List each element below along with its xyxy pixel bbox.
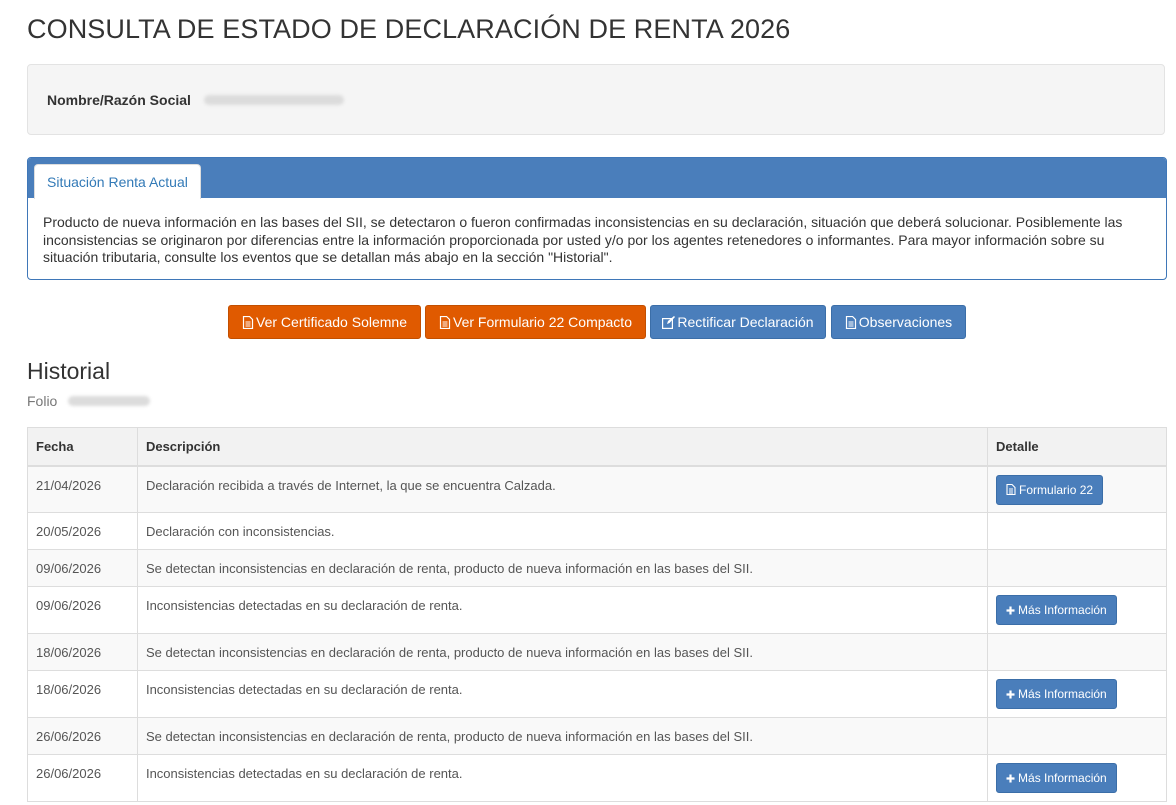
view-form22-compact-button[interactable]: Ver Formulario 22 Compacto bbox=[425, 305, 646, 339]
view-solemn-certificate-label: Ver Certificado Solemne bbox=[256, 314, 407, 330]
column-header-description: Descripción bbox=[136, 427, 989, 467]
more-info-button[interactable]: Más Información bbox=[996, 595, 1117, 625]
rectify-declaration-label: Rectificar Declaración bbox=[677, 314, 814, 330]
row-date: 21/04/2026 bbox=[27, 465, 138, 513]
table-row: 26/06/2026 Inconsistencias detectadas en… bbox=[27, 754, 1167, 802]
folio-label: Folio bbox=[27, 393, 58, 409]
table-row: 26/06/2026 Se detectan inconsistencias e… bbox=[27, 717, 1167, 755]
observations-button[interactable]: Observaciones bbox=[831, 305, 966, 339]
column-header-date: Fecha bbox=[27, 427, 138, 467]
row-detail: Formulario 22 bbox=[987, 465, 1167, 513]
row-date: 26/06/2026 bbox=[27, 717, 138, 755]
table-row: 20/05/2026 Declaración con inconsistenci… bbox=[27, 512, 1167, 550]
document-icon bbox=[1006, 483, 1016, 495]
observations-label: Observaciones bbox=[858, 314, 953, 330]
edit-icon bbox=[662, 316, 676, 330]
row-date: 09/06/2026 bbox=[27, 549, 138, 587]
more-info-button[interactable]: Más Información bbox=[996, 763, 1117, 793]
form22-button[interactable]: Formulario 22 bbox=[996, 474, 1104, 505]
table-row: 18/06/2026 Se detectan inconsistencias e… bbox=[27, 633, 1167, 671]
more-info-button[interactable]: Más Información bbox=[996, 679, 1117, 709]
plus-icon bbox=[1006, 690, 1015, 699]
row-description: Declaración recibida a través de Interne… bbox=[136, 465, 989, 513]
table-header-row: Fecha Descripción Detalle bbox=[27, 427, 1167, 467]
taxpayer-name-redacted bbox=[204, 95, 344, 105]
table-row: 09/06/2026 Inconsistencias detectadas en… bbox=[27, 586, 1167, 634]
row-description: Declaración con inconsistencias. bbox=[136, 512, 989, 550]
rectify-declaration-button[interactable]: Rectificar Declaración bbox=[650, 305, 826, 339]
row-detail: Más Información bbox=[987, 586, 1167, 634]
document-icon bbox=[242, 315, 254, 330]
table-row: 09/06/2026 Se detectan inconsistencias e… bbox=[27, 549, 1167, 587]
view-form22-compact-label: Ver Formulario 22 Compacto bbox=[453, 314, 632, 330]
row-detail bbox=[987, 549, 1167, 587]
folio-number-redacted bbox=[68, 396, 150, 406]
document-icon bbox=[845, 315, 856, 330]
row-detail bbox=[987, 717, 1167, 755]
row-description: Inconsistencias detectadas en su declara… bbox=[136, 754, 989, 802]
view-solemn-certificate-button[interactable]: Ver Certificado Solemne bbox=[228, 305, 421, 339]
row-detail bbox=[987, 512, 1167, 550]
history-title: Historial bbox=[27, 358, 111, 384]
more-info-button-label: Más Información bbox=[1018, 603, 1107, 617]
row-date: 18/06/2026 bbox=[27, 670, 138, 718]
plus-icon bbox=[1006, 774, 1015, 783]
form22-button-label: Formulario 22 bbox=[1019, 482, 1094, 497]
table-row: 18/06/2026 Inconsistencias detectadas en… bbox=[27, 670, 1167, 718]
document-icon bbox=[439, 315, 451, 330]
row-detail bbox=[987, 633, 1167, 671]
page-title: CONSULTA DE ESTADO DE DECLARACIÓN DE REN… bbox=[27, 14, 791, 44]
taxpayer-name-label: Nombre/Razón Social bbox=[47, 92, 191, 108]
row-description: Se detectan inconsistencias en declaraci… bbox=[136, 549, 989, 587]
row-description: Se detectan inconsistencias en declaraci… bbox=[136, 717, 989, 755]
current-status-panel: Situación Renta Actual Producto de nueva… bbox=[27, 157, 1167, 280]
status-message: Producto de nueva información en las bas… bbox=[43, 214, 1123, 265]
row-date: 20/05/2026 bbox=[27, 512, 138, 550]
row-date: 09/06/2026 bbox=[27, 586, 138, 634]
column-header-detail: Detalle bbox=[987, 427, 1167, 467]
plus-icon bbox=[1006, 606, 1015, 615]
row-detail: Más Información bbox=[987, 754, 1167, 802]
row-description: Se detectan inconsistencias en declaraci… bbox=[136, 633, 989, 671]
row-description: Inconsistencias detectadas en su declara… bbox=[136, 670, 989, 718]
tab-current-status[interactable]: Situación Renta Actual bbox=[34, 164, 201, 199]
row-date: 18/06/2026 bbox=[27, 633, 138, 671]
table-row: 21/04/2026 Declaración recibida a través… bbox=[27, 465, 1167, 513]
row-date: 26/06/2026 bbox=[27, 754, 138, 802]
more-info-button-label: Más Información bbox=[1018, 771, 1107, 785]
row-description: Inconsistencias detectadas en su declara… bbox=[136, 586, 989, 634]
more-info-button-label: Más Información bbox=[1018, 687, 1107, 701]
taxpayer-panel: Nombre/Razón Social bbox=[27, 64, 1165, 135]
row-detail: Más Información bbox=[987, 670, 1167, 718]
history-table: Fecha Descripción Detalle 21/04/2026 Dec… bbox=[27, 427, 1167, 802]
